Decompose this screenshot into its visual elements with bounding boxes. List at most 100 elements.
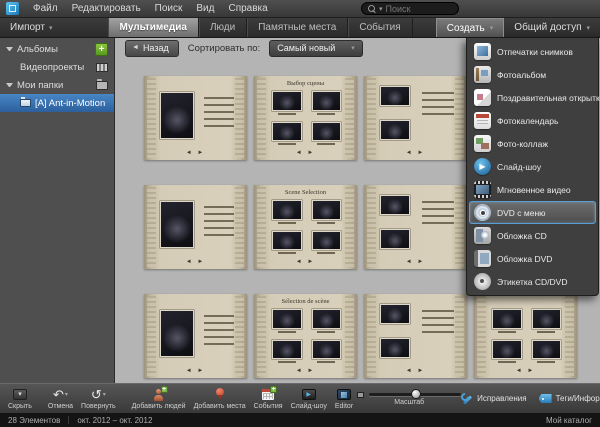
create-menu-item[interactable]: Фотоальбом (469, 63, 596, 86)
dvd-template-thumbnail[interactable] (364, 294, 467, 378)
create-menu-item-label: Обложка DVD (497, 254, 552, 264)
caption-line (317, 113, 335, 115)
instant-fix-label: Исправления (477, 394, 526, 403)
greeting-card-icon (474, 89, 491, 106)
text-lines (204, 206, 234, 241)
my-folders-header[interactable]: Мои папки (0, 76, 114, 94)
template-title: Выбор сцены (254, 80, 357, 87)
template-photo-placeholder (380, 195, 410, 215)
menubar-item[interactable]: Редактировать (65, 1, 148, 16)
dvd-template-thumbnail[interactable] (474, 294, 577, 378)
create-button[interactable]: Создать (436, 18, 505, 37)
caption-line (317, 331, 335, 333)
create-menu-item[interactable]: Отпечатки снимков (469, 40, 596, 63)
undo-caret-icon[interactable] (65, 391, 68, 398)
scene-cell (272, 309, 302, 333)
create-label: Создать (447, 23, 485, 34)
create-menu-item[interactable]: Обложка DVD (469, 247, 596, 270)
sidebar-item-video-projects[interactable]: Видеопроекты (0, 58, 114, 76)
create-menu-item[interactable]: Слайд-шоу (469, 155, 596, 178)
zoom-slider-knob[interactable] (411, 389, 421, 399)
dvd-template-thumbnail[interactable] (364, 185, 467, 269)
search-scope-caret-icon[interactable] (379, 5, 383, 13)
create-menu-item[interactable]: DVD с меню (469, 201, 596, 224)
sort-caret-icon (351, 44, 355, 52)
main-tab[interactable]: События (348, 18, 412, 37)
text-lines (422, 201, 454, 229)
caption-line (317, 252, 335, 254)
zoom-slider[interactable] (369, 393, 461, 396)
dvd-template-thumbnail[interactable]: Sélection de scène (254, 294, 357, 378)
back-button[interactable]: Назад (125, 40, 179, 57)
add-people-button[interactable]: Добавить людей (128, 388, 190, 410)
scene-boxes (492, 309, 561, 363)
import-button[interactable]: Импорт (0, 18, 62, 37)
disclosure-triangle-icon[interactable] (6, 47, 13, 51)
status-divider (68, 416, 69, 424)
create-menu-item[interactable]: Мгновенное видео (469, 178, 596, 201)
dvd-menu-icon (474, 204, 491, 221)
back-label: Назад (143, 43, 169, 53)
create-menu-item[interactable]: Поздравительная открытка (469, 86, 596, 109)
template-photo-placeholder (272, 122, 302, 142)
scene-boxes (272, 200, 341, 254)
scene-cell (272, 231, 302, 255)
date-range: окт. 2012 – окт. 2012 (77, 416, 152, 425)
folder-view-icon[interactable] (96, 81, 108, 90)
rotate-caret-icon[interactable] (103, 391, 106, 398)
editor-icon (337, 389, 351, 400)
add-album-button[interactable] (95, 43, 108, 56)
share-button[interactable]: Общий доступ (504, 18, 600, 37)
create-menu-item[interactable]: Фото-коллаж (469, 132, 596, 155)
wrench-icon (461, 393, 473, 405)
slideshow-button[interactable]: Слайд-шоу (287, 388, 331, 410)
dvd-template-thumbnail[interactable] (144, 185, 247, 269)
menubar-item[interactable]: Файл (26, 1, 65, 16)
main-tab[interactable]: Памятные места (247, 18, 348, 37)
template-photo-placeholder (380, 120, 410, 140)
template-photo-placeholder (272, 231, 302, 251)
main-tab[interactable]: Мультимедиа (108, 18, 198, 37)
create-menu-item-label: Фото-коллаж (497, 139, 548, 149)
create-menu-item[interactable]: Фотокалендарь (469, 109, 596, 132)
undo-label: Отмена (48, 403, 73, 410)
nav-arrows-icon (254, 150, 357, 156)
create-menu-item[interactable]: Этикетка CD/DVD (469, 270, 596, 293)
dvd-template-thumbnail[interactable] (364, 76, 467, 160)
template-photo-placeholder (272, 200, 302, 220)
dvd-template-thumbnail[interactable]: Scene Selection (254, 185, 357, 269)
sidebar-folder-item[interactable]: [A] Ant-in-Motion (0, 94, 114, 112)
menubar-item[interactable]: Поиск (148, 1, 190, 16)
menubar-item[interactable]: Справка (221, 1, 274, 16)
main-tab[interactable]: Люди (199, 18, 247, 37)
create-menu-item-label: Фотоальбом (497, 70, 546, 80)
search-input[interactable]: Поиск (361, 2, 459, 15)
search-icon (368, 5, 376, 13)
photo-prints-icon (474, 43, 491, 60)
slideshow-play-icon (302, 389, 316, 400)
hide-button[interactable]: Скрыть (4, 388, 36, 410)
menubar-item[interactable]: Вид (189, 1, 221, 16)
dvd-template-thumbnail[interactable] (144, 76, 247, 160)
zoom-out-icon[interactable] (357, 392, 364, 398)
instant-fix-button[interactable]: Исправления (461, 393, 526, 405)
undo-button[interactable]: Отмена (44, 388, 77, 410)
template-photo-placeholder (160, 92, 194, 139)
create-menu-item-label: Мгновенное видео (497, 185, 571, 195)
dvd-template-thumbnail[interactable]: Выбор сцены (254, 76, 357, 160)
editor-button[interactable]: Editor (331, 388, 357, 410)
sort-by-dropdown[interactable]: Самый новый (269, 40, 363, 57)
tags-info-button[interactable]: Теги/Информ... (539, 394, 600, 403)
create-menu-item-label: Этикетка CD/DVD (497, 277, 567, 287)
rotate-button[interactable]: Повернуть (77, 388, 120, 410)
disclosure-triangle-icon[interactable] (6, 83, 13, 87)
create-menu-item[interactable]: Обложка CD (469, 224, 596, 247)
template-photo-placeholder (492, 309, 522, 329)
create-menu-item-label: Поздравительная открытка (497, 93, 600, 103)
add-places-button[interactable]: Добавить места (190, 388, 250, 410)
zoom-label: Масштаб (394, 399, 424, 406)
dvd-template-thumbnail[interactable] (144, 294, 247, 378)
albums-header[interactable]: Альбомы (0, 40, 114, 58)
add-events-button[interactable]: События (250, 388, 287, 410)
nav-arrows-icon (364, 368, 467, 374)
